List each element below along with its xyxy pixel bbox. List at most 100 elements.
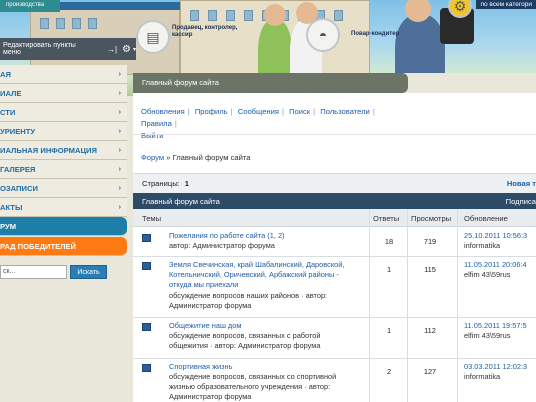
column-divider (407, 209, 408, 402)
last-update-link[interactable]: 11.05.2011 19:57:5 (464, 321, 527, 330)
nav-users-link[interactable]: Пользователи (320, 107, 370, 116)
search-button[interactable]: Искать (70, 265, 107, 279)
sidebar-item[interactable]: ИАЛЕ › (0, 84, 127, 103)
nav-messages-link[interactable]: Сообщения (238, 107, 279, 116)
sidebar-item-label: УРИЕНТУ (0, 126, 36, 136)
views-count: 115 (424, 265, 436, 274)
sidebar-item-label: АЯ (0, 69, 11, 79)
replies-count: 1 (386, 326, 392, 335)
nav-logout-link[interactable]: Выйти (141, 131, 164, 140)
column-divider (369, 209, 370, 402)
pages-label: Страницы: (142, 179, 180, 188)
pages-value[interactable]: 1 (185, 179, 189, 188)
col-views: Просмотры (411, 214, 452, 223)
col-replies: Ответы (373, 214, 400, 223)
table-title: Главный форум сайта (142, 196, 220, 206)
sidebar-item[interactable]: АКТЫ › (0, 198, 127, 217)
nav-profile-link[interactable]: Профиль (195, 107, 228, 116)
sidebar-search: ск... Искать (0, 265, 127, 279)
page-title: Главный форум сайта (133, 73, 408, 93)
breadcrumb-current: Главный форум сайта (172, 153, 251, 162)
sidebar-item[interactable]: АЯ › (0, 65, 127, 84)
col-topics: Темы (142, 214, 162, 223)
topic-description: обсуждение вопросов наших районов · авто… (169, 291, 328, 310)
chevron-right-icon: › (118, 108, 121, 116)
banner-window (226, 10, 235, 21)
topic-title-link[interactable]: Общежитие наш дом (169, 321, 357, 331)
nav-search-link[interactable]: Поиск (289, 107, 310, 116)
table-row: Земля Свечинская, край Шабалинский, Даро… (133, 257, 536, 318)
topic-icon (142, 364, 151, 372)
topic-icon (142, 323, 151, 331)
views-count: 719 (423, 237, 437, 246)
chevron-right-icon: › (118, 146, 121, 154)
chevron-right-icon: › (118, 184, 121, 192)
last-update-link[interactable]: 11.05.2011 20:06:4 (464, 260, 527, 269)
nav-updates-link[interactable]: Обновления (141, 107, 185, 116)
chevron-right-icon: › (118, 165, 121, 173)
topic-title-link[interactable]: Пожелания по работе сайта (1, 2) (169, 231, 357, 241)
top-right-label: по всем категори (476, 0, 536, 9)
breadcrumb: Форум » Главный форум сайта (141, 153, 250, 162)
content-title-bar: Главный форум сайта (133, 73, 536, 93)
sidebar-item-label: ОЗАПИСИ (0, 183, 38, 193)
banner-window (334, 10, 343, 21)
nav-rules-link[interactable]: Правила (141, 119, 172, 128)
banner-window (244, 10, 253, 21)
table-row: Общежитие наш дом обсуждение вопросов, с… (133, 318, 536, 359)
caption-seller[interactable]: Продавец, контролер, кассир (172, 25, 237, 39)
cloche-icon[interactable]: ◓ (306, 18, 340, 52)
sidebar-item[interactable]: СТИ › (0, 103, 127, 122)
last-update-user[interactable]: elfim 43\59rus (464, 331, 510, 340)
sidebar-item[interactable]: ГАЛЕРЕЯ › (0, 160, 127, 179)
table-row: Спортивная жизнь обсуждение вопросов, св… (133, 359, 536, 402)
caption-cook[interactable]: Повар-кондитер (351, 31, 399, 38)
collapse-arrow-icon[interactable]: →| (107, 45, 117, 54)
sidebar-item-forum[interactable]: РУМ (0, 217, 127, 236)
last-update-link[interactable]: 25.10.2011 10:56:3 (464, 231, 527, 240)
sidebar-item-label: ГАЛЕРЕЯ (0, 164, 36, 174)
replies-count: 1 (386, 265, 392, 274)
topic-description: автор: Администратор форума (169, 241, 275, 250)
topic-title-link[interactable]: Спортивная жизнь (169, 362, 357, 372)
col-updated: Обновление (464, 214, 508, 223)
edit-menu-strip[interactable]: Редактировать пункты меню →| ⚙ ▾ (0, 38, 136, 60)
topic-description: обсуждение вопросов, связанных с работой… (169, 331, 321, 350)
breadcrumb-forum-link[interactable]: Форум (141, 153, 164, 162)
banner-window (88, 18, 97, 29)
last-update-user[interactable]: informatika (464, 372, 500, 381)
gear-icon[interactable]: ⚙ (122, 44, 131, 55)
column-divider (457, 209, 458, 402)
chevron-right-icon: › (118, 127, 121, 135)
topic-description: обсуждение вопросов, связанных со спорти… (169, 372, 337, 401)
search-input[interactable]: ск... (0, 265, 67, 279)
sidebar-item[interactable]: ОЗАПИСИ › (0, 179, 127, 198)
topic-icon (142, 262, 151, 270)
banner-window (190, 10, 199, 21)
sidebar-item-label: СТИ (0, 107, 16, 117)
chevron-right-icon: › (118, 89, 121, 97)
topic-icon (142, 234, 151, 242)
sidebar-item-label: АКТЫ (0, 202, 23, 212)
topic-title-link[interactable]: Земля Свечинская, край Шабалинский, Даро… (169, 260, 357, 290)
chevron-down-icon[interactable]: ▾ (133, 46, 136, 53)
views-count: 112 (424, 326, 436, 335)
last-update-user[interactable]: elfim 43\59rus (464, 270, 510, 279)
new-topic-link[interactable]: Новая т (507, 179, 536, 188)
last-update-link[interactable]: 03.03.2011 12:02:3 (464, 362, 527, 371)
sidebar-item[interactable]: УРИЕНТУ › (0, 122, 127, 141)
last-update-user[interactable]: informatika (464, 241, 500, 250)
forum-navigation: Обновления | Профиль | Сообщения | Поиск | П… (141, 107, 375, 140)
subscribe-link[interactable]: Подписа (506, 197, 536, 206)
table-title-bar: Главный форум сайта Подписа (133, 193, 536, 209)
chevron-right-icon: › (118, 70, 121, 78)
edit-menu-label[interactable]: Редактировать пункты меню (3, 42, 95, 56)
sidebar: АЯ › ИАЛЕ › СТИ › УРИЕНТУ › ИАЛЬНАЯ ИНФОРМАЦ… (0, 65, 127, 279)
cash-register-icon[interactable]: ▤ (136, 20, 170, 54)
banner-window (208, 10, 217, 21)
table-row: Пожелания по работе сайта (1, 2) автор: … (133, 227, 536, 257)
sidebar-item-winners[interactable]: РАД ПОБЕДИТЕЛЕЙ (0, 237, 127, 256)
banner-person-head (264, 4, 286, 26)
sidebar-item[interactable]: ИАЛЬНАЯ ИНФОРМАЦИЯ › (0, 141, 127, 160)
divider (133, 134, 536, 135)
